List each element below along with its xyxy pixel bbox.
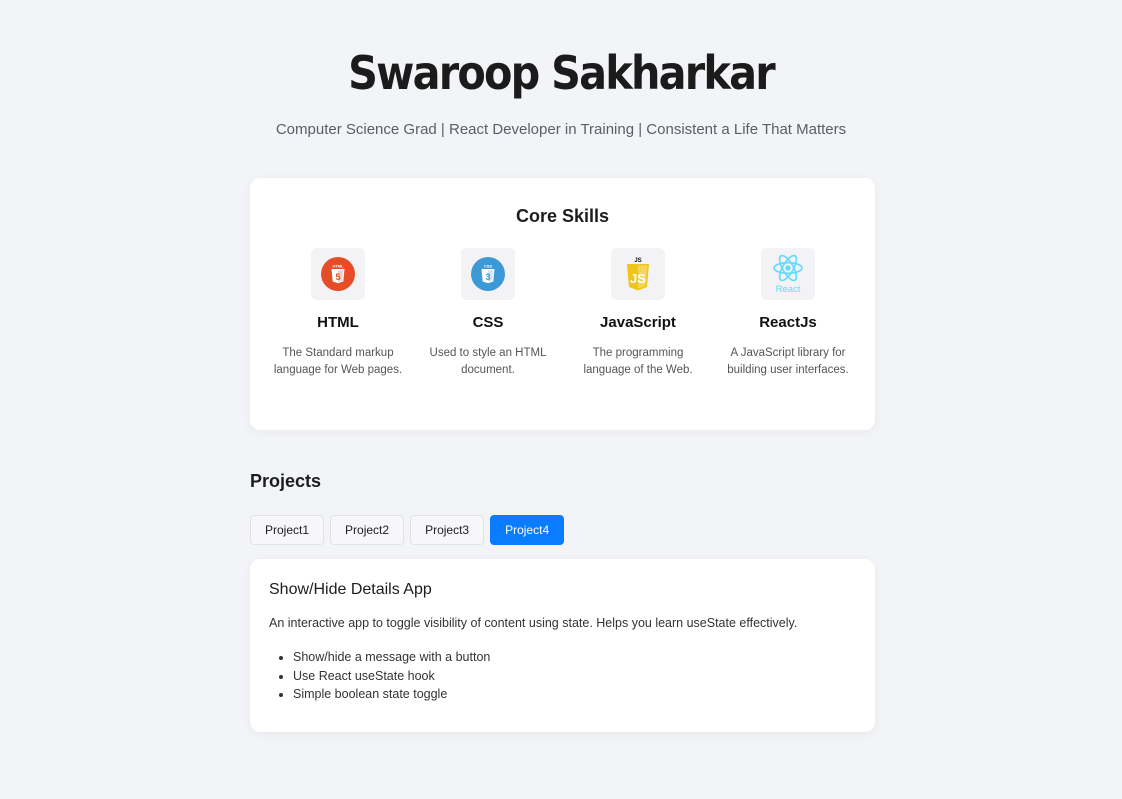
skill-html: HTML 5 HTML The Standard markup language…: [273, 248, 403, 378]
javascript-icon-label: JS: [634, 258, 641, 264]
skill-desc-reactjs: A JavaScript library for building user i…: [727, 347, 849, 376]
tab-project3[interactable]: Project3: [410, 515, 485, 545]
react-icon-label: React: [776, 284, 801, 295]
list-item: Show/hide a message with a button: [293, 648, 490, 667]
skill-name-javascript: JavaScript: [600, 314, 676, 331]
skill-css: CSS 3 CSS Used to style an HTML document…: [423, 248, 553, 378]
react-icon: React: [773, 254, 803, 295]
skill-javascript: JS JS JavaScript The programming languag…: [573, 248, 703, 378]
css3-icon: CSS 3: [471, 257, 505, 291]
skill-reactjs: React ReactJs A JavaScript library for b…: [723, 248, 853, 378]
hero-tagline: Computer Science Grad | React Developer …: [275, 121, 847, 138]
tab-project4[interactable]: Project4: [490, 515, 565, 545]
list-item: Use React useState hook: [293, 667, 490, 686]
svg-text:3: 3: [485, 272, 490, 282]
project-feature-list: Show/hide a message with a button Use Re…: [269, 648, 490, 704]
tab-project2[interactable]: Project2: [330, 515, 405, 545]
javascript-icon: JS JS: [627, 258, 649, 291]
project-tabs: Project1 Project2 Project3 Project4: [250, 515, 565, 545]
skill-name-reactjs: ReactJs: [759, 314, 817, 331]
project-description: An interactive app to toggle visibility …: [269, 616, 798, 630]
hero-name: Swaroop Sakharkar: [348, 46, 776, 100]
project-details-card: Show/Hide Details App An interactive app…: [250, 559, 875, 732]
css3-icon-label: CSS: [484, 264, 493, 269]
svg-text:JS: JS: [630, 271, 646, 286]
project-title: Show/Hide Details App: [269, 581, 432, 598]
skill-desc-html: The Standard markup language for Web pag…: [273, 347, 403, 376]
html5-icon: HTML 5: [321, 257, 355, 291]
svg-text:5: 5: [335, 272, 340, 282]
core-skills-title: Core Skills: [515, 206, 610, 226]
projects-title: Projects: [250, 471, 322, 491]
tab-project1[interactable]: Project1: [250, 515, 325, 545]
list-item: Simple boolean state toggle: [293, 685, 490, 704]
core-skills-card: Core Skills HTML 5 HTML The Standard mar…: [250, 178, 875, 430]
portfolio-page: Swaroop Sakharkar Computer Science Grad …: [0, 0, 1122, 799]
skill-name-html: HTML: [317, 314, 359, 331]
skill-desc-javascript: The programming language of the Web.: [583, 347, 693, 376]
html5-icon-label: HTML: [332, 264, 344, 269]
skill-name-css: CSS: [472, 314, 504, 331]
skill-desc-css: Used to style an HTML document.: [429, 347, 547, 376]
